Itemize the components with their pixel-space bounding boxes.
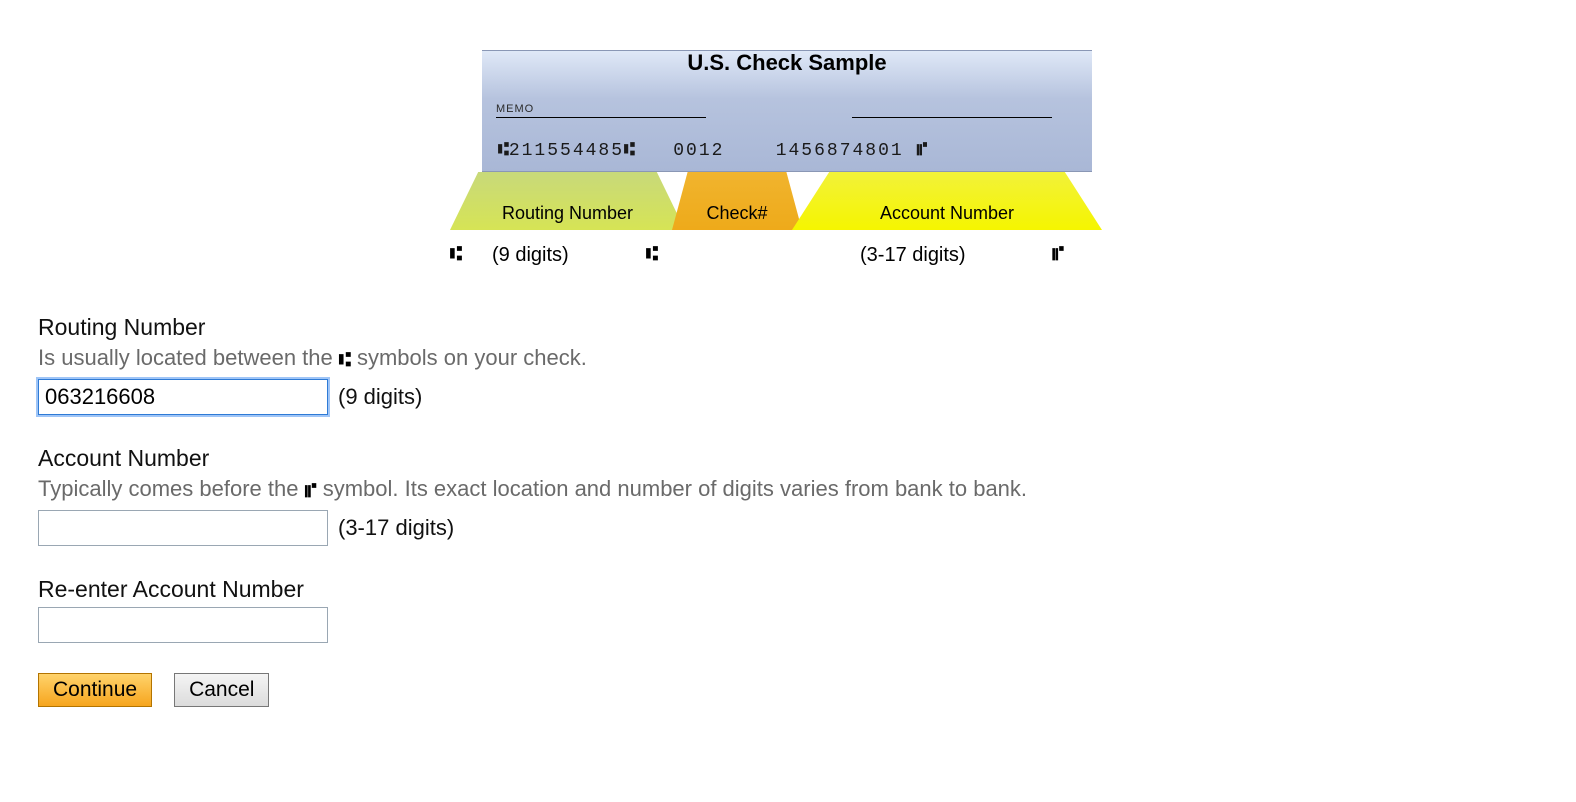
transit-symbol-icon: ⑆ bbox=[624, 141, 635, 161]
check-digits-row: ⑆ (9 digits) ⑆ (3-17 digits) ⑈ bbox=[482, 242, 1092, 274]
routing-digit-hint: (9 digits) bbox=[338, 384, 422, 410]
micr-check-number: 0012 bbox=[673, 141, 724, 161]
transit-symbol-icon: ⑆ bbox=[450, 244, 462, 267]
routing-number-label: Routing Number bbox=[38, 314, 1536, 341]
onus-symbol-icon: ⑈ bbox=[1052, 244, 1064, 267]
account-number-input[interactable] bbox=[38, 510, 328, 546]
transit-symbol-icon: ⑆ bbox=[646, 244, 658, 267]
callout-routing: Routing Number bbox=[450, 172, 685, 230]
routing-help-pre: Is usually located between the bbox=[38, 345, 339, 370]
account-help-pre: Typically comes before the bbox=[38, 476, 305, 501]
account-number-label: Account Number bbox=[38, 445, 1536, 472]
callout-check: Check# bbox=[672, 172, 802, 230]
callout-account-label: Account Number bbox=[880, 203, 1014, 224]
check-sample-title: U.S. Check Sample bbox=[482, 50, 1092, 76]
check-callouts: Routing Number Check# Account Number bbox=[482, 172, 1092, 242]
check-memo-label: MEMO bbox=[496, 103, 534, 115]
continue-button[interactable]: Continue bbox=[38, 673, 152, 707]
routing-number-input[interactable] bbox=[38, 379, 328, 415]
check-sample: U.S. Check Sample MEMO ⑆211554485⑆ 0012 … bbox=[482, 50, 1092, 274]
callout-routing-label: Routing Number bbox=[502, 203, 633, 224]
account-number-help: Typically comes before the ⑈ symbol. Its… bbox=[38, 476, 1536, 504]
routing-number-help: Is usually located between the ⑆ symbols… bbox=[38, 345, 1536, 373]
micr-account: 1456874801 bbox=[776, 141, 904, 161]
callout-check-label: Check# bbox=[706, 203, 767, 224]
onus-symbol-icon: ⑈ bbox=[305, 481, 317, 504]
routing-help-post: symbols on your check. bbox=[351, 345, 587, 370]
form-buttons: Continue Cancel bbox=[38, 673, 1536, 707]
account-digit-hint: (3-17 digits) bbox=[338, 515, 454, 541]
reenter-account-label: Re-enter Account Number bbox=[38, 576, 1536, 603]
transit-symbol-icon: ⑆ bbox=[339, 350, 351, 373]
onus-symbol-icon: ⑈ bbox=[917, 141, 928, 161]
micr-routing: 211554485 bbox=[509, 141, 624, 161]
transit-symbol-icon: ⑆ bbox=[498, 141, 509, 161]
account-digits-hint: (3-17 digits) bbox=[860, 244, 966, 267]
routing-digits-hint: (9 digits) bbox=[492, 244, 569, 267]
check-signature-line bbox=[852, 117, 1052, 118]
check-memo-line bbox=[496, 117, 706, 118]
cancel-button[interactable]: Cancel bbox=[174, 673, 269, 707]
check-micr-line: ⑆211554485⑆ 0012 1456874801 ⑈ bbox=[498, 141, 927, 161]
bank-form: Routing Number Is usually located betwee… bbox=[38, 314, 1536, 707]
account-help-post: symbol. Its exact location and number of… bbox=[317, 476, 1027, 501]
callout-account: Account Number bbox=[792, 172, 1102, 230]
reenter-account-input[interactable] bbox=[38, 607, 328, 643]
